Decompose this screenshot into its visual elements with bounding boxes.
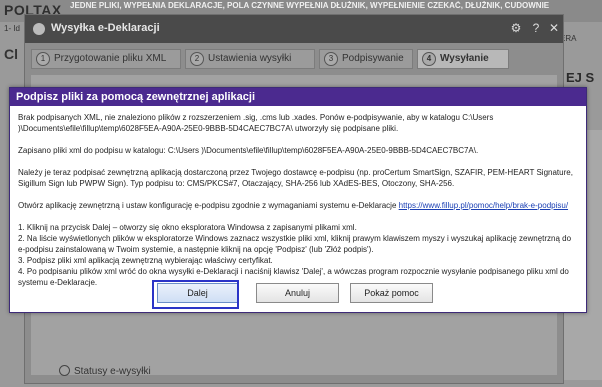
step-prepare-xml[interactable]: 1 Przygotowanie pliku XML [31, 49, 181, 69]
step-sending[interactable]: 4 Wysyłanie [417, 49, 509, 69]
sign-files-dialog: Podpisz pliki za pomocą zewnętrznej apli… [9, 87, 587, 313]
background-left-label: 1- Id [4, 24, 21, 33]
window-title: Wysyłka e-Deklaracji [51, 22, 160, 34]
status-label: Statusy e-wysyłki [74, 366, 151, 377]
cancel-button[interactable]: Anuluj [256, 283, 339, 303]
step-settings[interactable]: 2 Ustawienia wysyłki [185, 49, 315, 69]
dialog-title: Podpisz pliki za pomocą zewnętrznej apli… [10, 88, 586, 106]
message-paragraph: Zapisano pliki xml do podpisu w katalogu… [18, 146, 479, 155]
step-label: Podpisywanie [342, 53, 404, 64]
help-icon[interactable]: ? [529, 21, 543, 35]
message-text: Otwórz aplikację zewnętrzną i ustaw konf… [18, 201, 399, 210]
message-paragraph: Należy je teraz podpisać zewnętrzną apli… [18, 168, 573, 188]
step-number: 4 [422, 52, 436, 66]
message-paragraph: Brak podpisanych XML, nie znaleziono pli… [18, 113, 494, 133]
gear-icon[interactable]: ⚙ [509, 21, 523, 35]
step-number: 2 [190, 52, 204, 66]
clock-icon [59, 365, 70, 376]
message-paragraph: Otwórz aplikację zewnętrzną i ustaw konf… [18, 200, 580, 211]
step-number: 3 [324, 52, 338, 66]
show-help-button[interactable]: Pokaż pomoc [350, 283, 433, 303]
instruction-item: 3. Podpisz pliki xml aplikacją zewnętrzn… [18, 256, 273, 265]
instruction-list: 1. Kliknij na przycisk Dalej – otworzy s… [18, 222, 580, 288]
dialog-button-row: Dalej Anuluj Pokaż pomoc [10, 283, 586, 307]
step-label: Wysyłanie [440, 53, 489, 64]
close-icon[interactable]: ✕ [547, 21, 561, 35]
step-number: 1 [36, 52, 50, 66]
dialog-message: Brak podpisanych XML, nie znaleziono pli… [18, 112, 580, 288]
step-label: Ustawienia wysyłki [208, 53, 292, 64]
next-button[interactable]: Dalej [157, 283, 238, 303]
background-banner: JEDNE PLIKI, WYPEŁNIA DEKLARACJE, POLA C… [70, 1, 550, 10]
step-signing[interactable]: 3 Podpisywanie [319, 49, 413, 69]
app-icon [33, 23, 45, 35]
instruction-item: 2. Na liście wyświetlonych plików w eksp… [18, 234, 572, 254]
instruction-item: 1. Kliknij na przycisk Dalej – otworzy s… [18, 223, 357, 232]
help-link[interactable]: https://www.fillup.pl/pomoc/help/brak-e-… [399, 201, 568, 210]
status-link[interactable]: Statusy e-wysyłki [59, 365, 151, 377]
step-label: Przygotowanie pliku XML [54, 53, 167, 64]
background-left-heading: Cl [4, 46, 18, 62]
window-titlebar: Wysyłka e-Deklaracji ⚙ ? ✕ [25, 15, 563, 43]
background-right-heading: EJ S [566, 70, 595, 85]
